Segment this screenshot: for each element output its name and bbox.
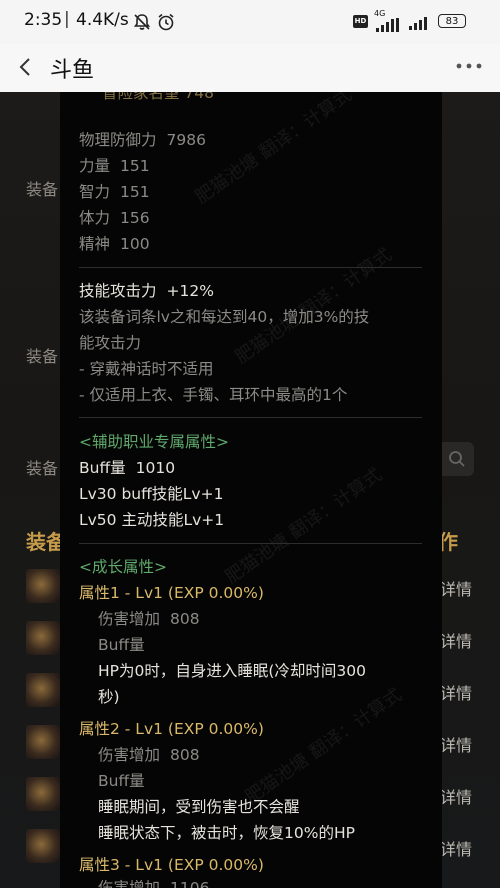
bg-detail-link[interactable]: 详情 [440,628,472,652]
skill-desc-line: 该装备词条lv之和每达到40，增加3%的技 [79,308,370,326]
status-bar: 2:35 | 4.4K/s HD 4G 83 [0,0,500,44]
alarm-icon [158,13,174,31]
skill-desc-line: 能攻击力 [79,334,142,352]
skill-note: - 穿戴神话时不适用 [79,360,214,378]
growth-effect-line: 秒) [98,688,120,706]
tooltip-top-cut-line: 冒险家名望 748 [102,92,215,102]
growth-damage-row: 伤害增加 808 [98,610,200,628]
skill-attack-row: 技能攻击力 +12% [79,282,214,300]
hd-badge: HD [353,15,368,28]
status-time: 2:35 [24,10,63,30]
back-arrow-icon[interactable] [16,56,36,78]
search-icon [449,451,465,467]
more-dots-icon[interactable] [456,62,482,70]
divider [79,417,422,418]
watermark-text: 肥猫池塘 翻译：计算式 [221,464,386,589]
net-type: 4G [374,9,386,18]
divider [79,543,422,544]
stat-row: 智力 151 [79,183,150,201]
bg-equip-label: 装备 [26,180,59,199]
bg-detail-link[interactable]: 详情 [440,576,472,600]
bg-detail-link[interactable]: 详情 [440,680,472,704]
page-title: 斗鱼 [50,58,95,83]
growth-buff-label: Buff量 [98,772,145,790]
growth-effect-line: HP为0时，自身进入睡眠(冷却时间300 [98,662,366,680]
support-buff-row: Buff量 1010 [79,459,176,477]
status-net-speed: 4.4K/s [76,10,129,30]
bg-equip-thumbnail[interactable] [26,621,60,655]
watermark-text: 肥猫池塘 翻译：计算式 [191,92,356,209]
growth-attr-title: 属性2 - Lv1 (EXP 0.00%) [79,720,264,738]
support-attr-header: <辅助职业专属属性> [79,433,229,451]
bg-equip-label: 装备 [26,459,59,478]
bg-equip-thumbnail[interactable] [26,777,60,811]
growth-attr-title: 属性1 - Lv1 (EXP 0.00%) [79,584,264,602]
app-header: 斗鱼 [0,44,500,92]
bg-equip-thumbnail[interactable] [26,725,60,759]
stat-row: 物理防御力 7986 [79,131,206,149]
stat-row: 力量 151 [79,157,150,175]
equipment-tooltip: 肥猫池塘 翻译：计算式 肥猫池塘 翻译：计算式 肥猫池塘 翻译：计算式 肥猫池塘… [60,92,442,888]
growth-damage-row: 伤害增加 808 [98,746,200,764]
growth-attr-title: 属性3 - Lv1 (EXP 0.00%) [79,856,264,874]
skill-note: - 仅适用上衣、手镯、耳环中最高的1个 [79,386,348,404]
battery-icon: 83 [438,14,466,28]
bg-equip-thumbnail[interactable] [26,673,60,707]
support-skill-line: Lv50 主动技能Lv+1 [79,511,225,529]
support-skill-line: Lv30 buff技能Lv+1 [79,485,224,503]
stat-row: 体力 156 [79,209,150,227]
bg-detail-link[interactable]: 详情 [440,784,472,808]
growth-buff-label: Buff量 [98,636,145,654]
bg-equip-thumbnail[interactable] [26,829,60,863]
signal-icon [376,18,399,32]
bg-search-button[interactable] [440,442,474,476]
bg-detail-link[interactable]: 详情 [440,836,472,860]
stat-row: 精神 100 [79,235,150,253]
watermark-text: 肥猫池塘 翻译：计算式 [231,244,396,369]
bg-equip-label: 装备 [26,347,59,366]
divider [79,267,422,268]
status-separator: | [64,9,70,29]
bg-detail-link[interactable]: 详情 [440,732,472,756]
mute-bell-icon [133,14,151,30]
watermark-text: 肥猫池塘 翻译：计算式 [241,684,406,809]
growth-attr-header: <成长属性> [79,558,167,576]
growth-damage-row: 伤害增加 1106 [98,879,210,888]
growth-effect-line: 睡眠期间，受到伤害也不会醒 [98,798,300,816]
signal-icon-secondary [409,17,427,30]
bg-equip-thumbnail[interactable] [26,569,60,603]
growth-effect-line: 睡眠状态下，被击时，恢复10%的HP [98,824,355,842]
